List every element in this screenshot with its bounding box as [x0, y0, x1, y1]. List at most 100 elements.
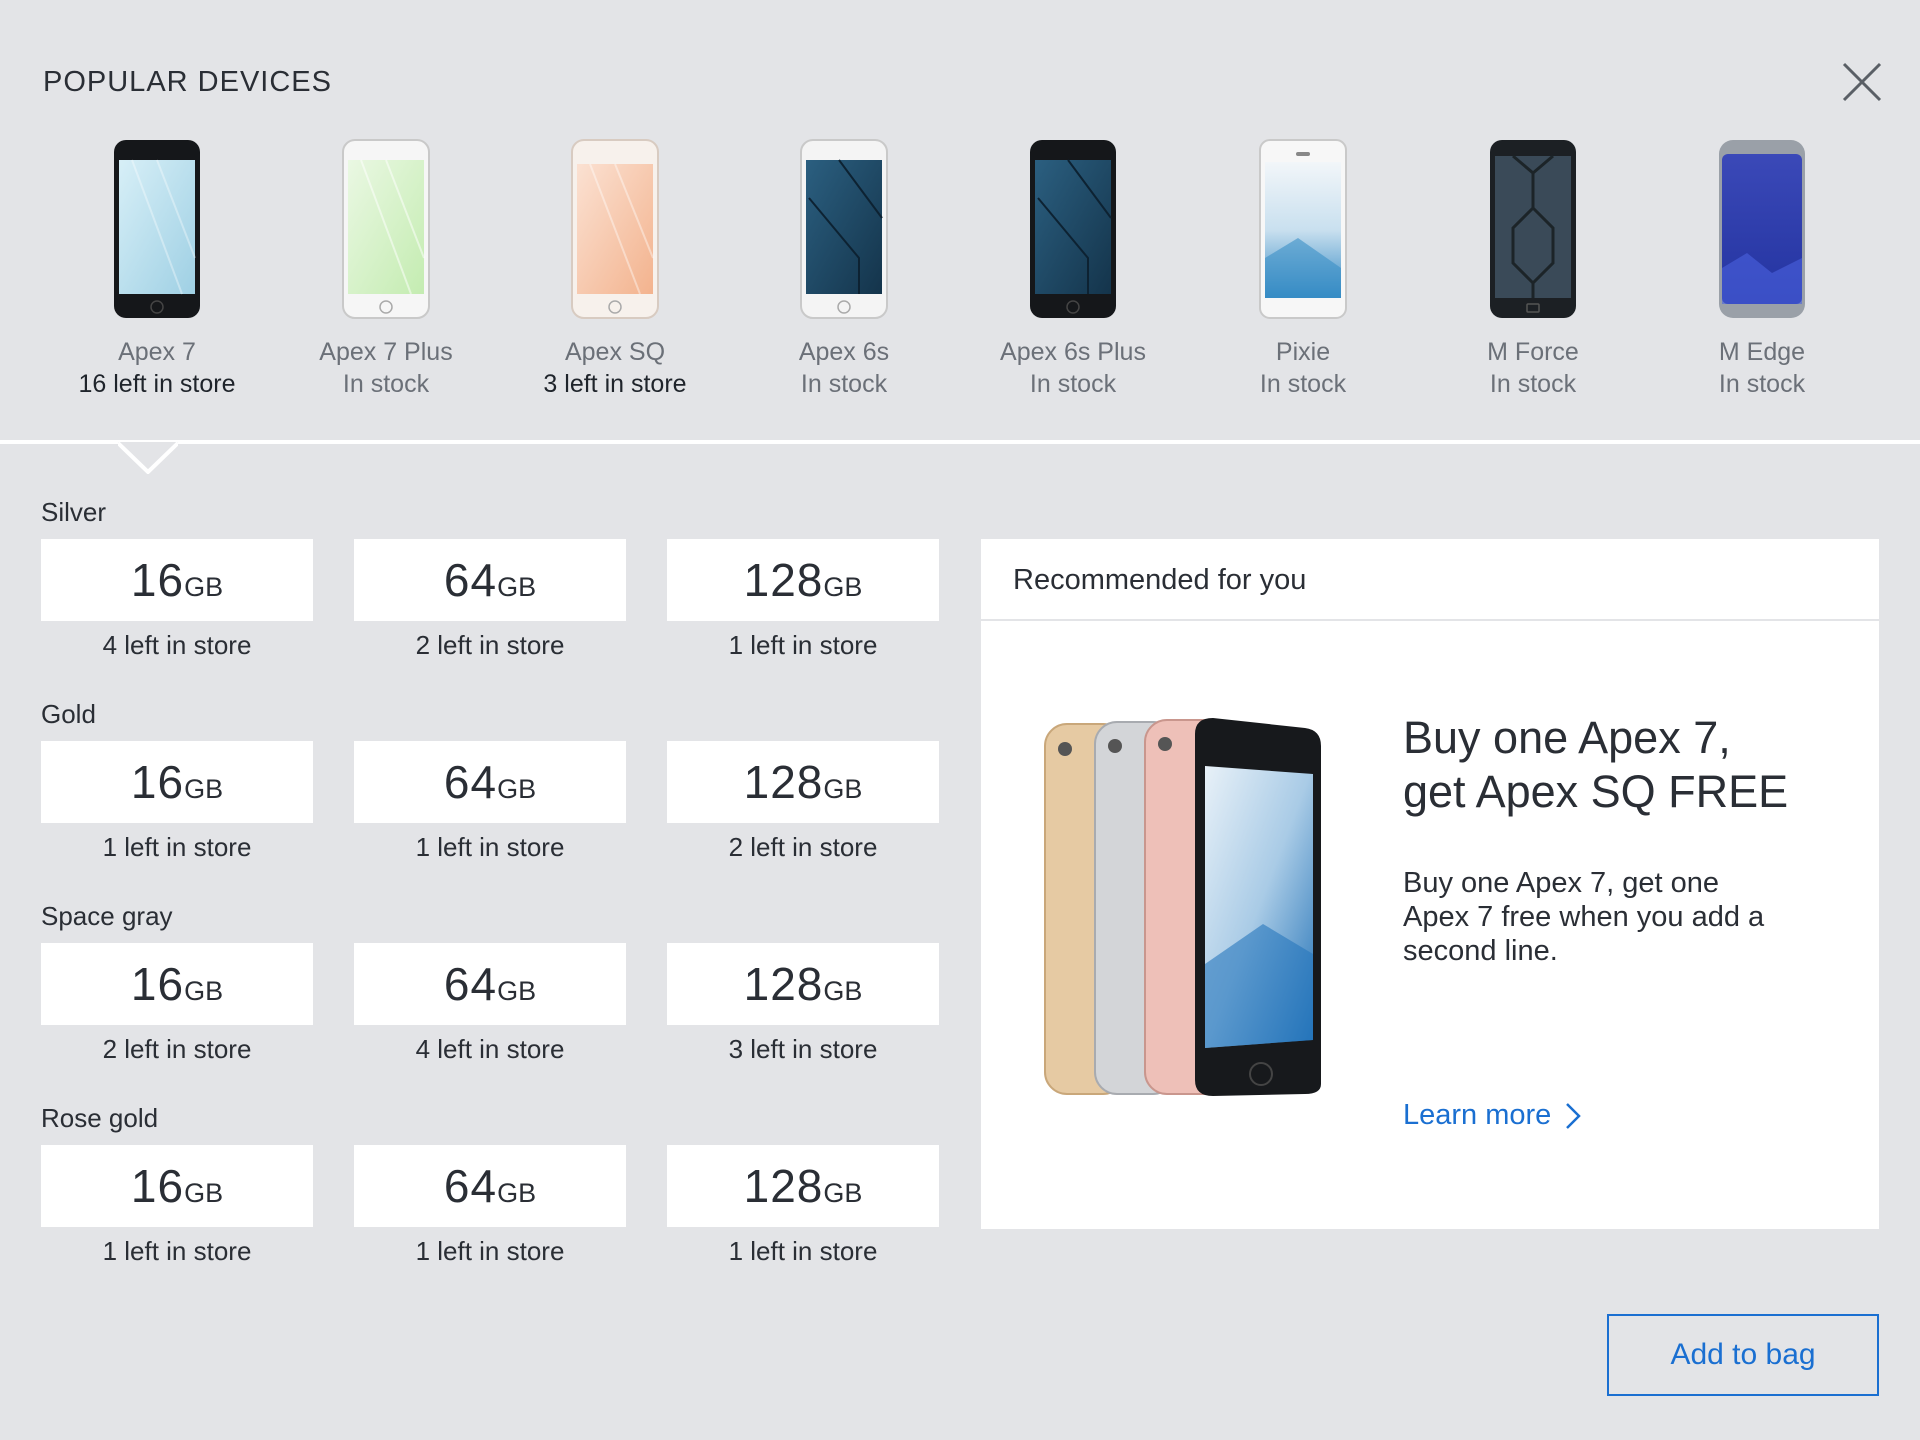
storage-unit: GB — [184, 774, 224, 804]
color-label-rose-gold: Rose gold — [41, 1103, 159, 1133]
option-stock: 4 left in store — [415, 1034, 565, 1064]
device-tile[interactable]: Pixie In stock — [1193, 138, 1413, 400]
recommended-heading: Recommended for you — [981, 539, 1879, 621]
storage-option[interactable]: 64GB — [354, 943, 626, 1025]
storage-size: 16 — [130, 1160, 185, 1212]
page-title: POPULAR DEVICES — [43, 66, 332, 98]
storage-option[interactable]: 64GB — [354, 539, 626, 621]
device-stock: In stock — [1259, 370, 1347, 398]
selection-pointer — [118, 442, 178, 474]
storage-size: 64 — [443, 958, 498, 1010]
device-name: M Edge — [1718, 338, 1806, 366]
storage-unit: GB — [184, 976, 224, 1006]
storage-option[interactable]: 16GB — [41, 741, 313, 823]
phone-image — [1719, 140, 1805, 318]
device-name: Apex 7 — [118, 338, 196, 366]
device-tile[interactable]: Apex SQ 3 left in store — [505, 138, 725, 400]
storage-size: 128 — [743, 756, 824, 808]
device-stock: 16 left in store — [78, 370, 236, 398]
promo-description: Buy one Apex 7, get one Apex 7 free when… — [1403, 867, 1765, 967]
storage-option[interactable]: 16GB — [41, 943, 313, 1025]
storage-option[interactable]: 16GB — [41, 1145, 313, 1227]
option-stock: 2 left in store — [728, 832, 878, 862]
option-stock: 1 left in store — [415, 832, 565, 862]
color-label-space-gray: Space gray — [41, 901, 173, 931]
storage-option[interactable]: 128GB — [667, 741, 939, 823]
phone-image — [342, 139, 430, 319]
device-tile[interactable]: M Force In stock — [1423, 138, 1643, 400]
phone-image — [800, 139, 888, 319]
option-stock: 1 left in store — [415, 1236, 565, 1266]
device-tile[interactable]: Apex 7 16 left in store — [47, 138, 267, 400]
device-tile[interactable]: M Edge In stock — [1652, 138, 1872, 400]
storage-size: 128 — [743, 958, 824, 1010]
device-tile[interactable]: Apex 7 Plus In stock — [276, 138, 496, 400]
color-label-silver: Silver — [41, 497, 107, 527]
storage-option[interactable]: 128GB — [667, 539, 939, 621]
storage-size: 64 — [443, 1160, 498, 1212]
device-tile[interactable]: Apex 6s Plus In stock — [963, 138, 1183, 400]
option-stock: 2 left in store — [415, 630, 565, 660]
storage-unit: GB — [497, 976, 537, 1006]
phone-image — [571, 139, 659, 319]
device-stock: In stock — [1029, 370, 1117, 398]
storage-size: 128 — [743, 1160, 824, 1212]
storage-option[interactable]: 64GB — [354, 741, 626, 823]
storage-size: 128 — [743, 554, 824, 606]
device-tile[interactable]: Apex 6s In stock — [734, 138, 954, 400]
storage-size: 16 — [130, 958, 185, 1010]
storage-option[interactable]: 128GB — [667, 943, 939, 1025]
storage-unit: GB — [823, 572, 863, 602]
storage-unit: GB — [497, 1178, 537, 1208]
device-name: M Force — [1487, 338, 1579, 366]
device-stock: In stock — [800, 370, 888, 398]
storage-unit: GB — [497, 572, 537, 602]
device-carousel: Apex 7 16 left in store Apex 7 Plus In s… — [0, 138, 1920, 438]
device-name: Pixie — [1275, 338, 1331, 366]
device-stock: In stock — [1489, 370, 1577, 398]
storage-unit: GB — [184, 1178, 224, 1208]
storage-unit: GB — [823, 774, 863, 804]
storage-size: 64 — [443, 756, 498, 808]
storage-option[interactable]: 16GB — [41, 539, 313, 621]
option-stock: 3 left in store — [728, 1034, 878, 1064]
option-stock: 4 left in store — [102, 630, 252, 660]
section-divider — [0, 440, 1920, 444]
promo-phones-image — [1044, 718, 1321, 1096]
promo-title-line: Buy one Apex 7, — [1403, 712, 1731, 763]
phone-image — [1030, 140, 1116, 318]
storage-unit: GB — [823, 1178, 863, 1208]
device-name: Apex SQ — [564, 338, 666, 366]
device-name: Apex 6s — [798, 338, 890, 366]
promo-title: Buy one Apex 7, get Apex SQ FREE — [1403, 711, 1843, 819]
option-stock: 1 left in store — [728, 630, 878, 660]
color-label-gold: Gold — [41, 699, 96, 729]
storage-unit: GB — [823, 976, 863, 1006]
recommended-panel: Recommended for you Buy one Apex 7, get … — [981, 539, 1879, 1229]
option-stock: 1 left in store — [102, 1236, 252, 1266]
chevron-right-icon — [1566, 1102, 1582, 1129]
storage-size: 16 — [130, 554, 185, 606]
option-stock: 1 left in store — [102, 832, 252, 862]
device-stock: In stock — [342, 370, 430, 398]
device-name: Apex 7 Plus — [319, 338, 453, 366]
phone-image — [1259, 139, 1347, 319]
storage-size: 16 — [130, 756, 185, 808]
option-stock: 2 left in store — [102, 1034, 252, 1064]
option-stock: 1 left in store — [728, 1236, 878, 1266]
learn-more-link[interactable]: Learn more — [1403, 1099, 1582, 1132]
promo-title-line: get Apex SQ FREE — [1403, 766, 1789, 817]
device-stock: In stock — [1718, 370, 1806, 398]
add-to-bag-button[interactable]: Add to bag — [1607, 1314, 1879, 1396]
storage-unit: GB — [184, 572, 224, 602]
phone-image — [1490, 140, 1576, 318]
learn-more-label: Learn more — [1403, 1099, 1552, 1131]
phone-image — [114, 140, 200, 318]
storage-size: 64 — [443, 554, 498, 606]
storage-unit: GB — [497, 774, 537, 804]
storage-option[interactable]: 128GB — [667, 1145, 939, 1227]
close-icon[interactable] — [1840, 60, 1884, 104]
storage-option[interactable]: 64GB — [354, 1145, 626, 1227]
device-stock: 3 left in store — [543, 370, 687, 398]
device-name: Apex 6s Plus — [1000, 338, 1146, 366]
